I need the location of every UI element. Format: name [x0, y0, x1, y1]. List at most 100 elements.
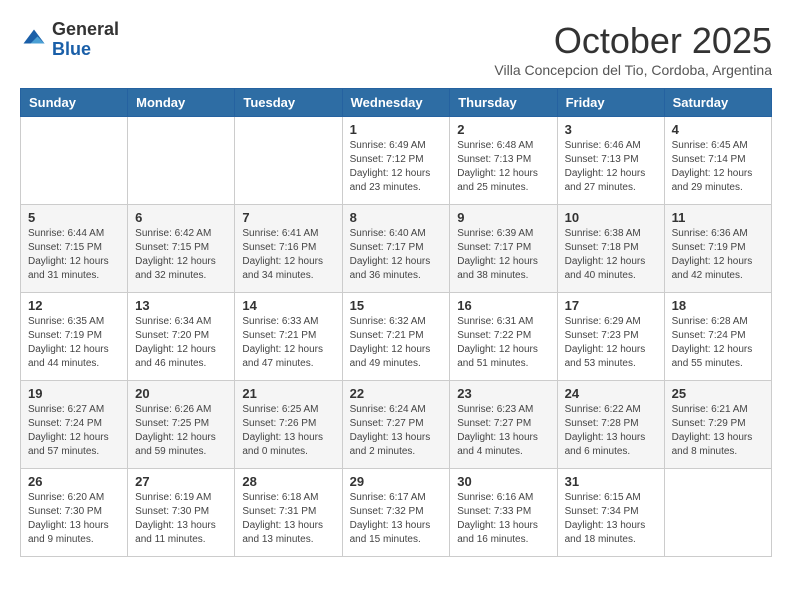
day-number: 24 [565, 386, 657, 401]
calendar-cell: 29 Sunrise: 6:17 AMSunset: 7:32 PMDayligh… [342, 469, 450, 557]
day-info: Sunrise: 6:21 AMSunset: 7:29 PMDaylight:… [672, 403, 764, 459]
calendar-cell: 15 Sunrise: 6:32 AMSunset: 7:21 PMDayligh… [342, 293, 450, 381]
calendar-cell: 2Sunrise: 6:48 AMSunset: 7:13 PMDaylight… [450, 117, 557, 205]
day-info: Sunrise: 6:15 AMSunset: 7:34 PMDaylight:… [565, 491, 657, 547]
day-number: 31 [565, 474, 657, 489]
calendar-body: 1Sunrise: 6:49 AMSunset: 7:12 PMDaylight… [21, 117, 772, 557]
week-row: 5 Sunrise: 6:44 AMSunset: 7:15 PMDaylight… [21, 205, 772, 293]
day-info: Sunrise: 6:41 AMSunset: 7:16 PMDaylight:… [242, 227, 334, 283]
day-number: 30 [457, 474, 549, 489]
calendar-cell: 10Sunrise: 6:38 AMSunset: 7:18 PMDayligh… [557, 205, 664, 293]
day-number: 10 [565, 210, 657, 225]
day-info: Sunrise: 6:22 AMSunset: 7:28 PMDaylight:… [565, 403, 657, 459]
day-number: 23 [457, 386, 549, 401]
day-info: Sunrise: 6:44 AMSunset: 7:15 PMDaylight:… [28, 227, 120, 283]
location-subtitle: Villa Concepcion del Tio, Cordoba, Argen… [494, 62, 772, 78]
col-sunday: Sunday [21, 89, 128, 117]
day-info: Sunrise: 6:23 AMSunset: 7:27 PMDaylight:… [457, 403, 549, 459]
day-number: 26 [28, 474, 120, 489]
day-info: Sunrise: 6:34 AMSunset: 7:20 PMDaylight:… [135, 315, 227, 371]
day-info: Sunrise: 6:27 AMSunset: 7:24 PMDaylight:… [28, 403, 120, 459]
calendar-cell: 25 Sunrise: 6:21 AMSunset: 7:29 PMDayligh… [664, 381, 771, 469]
day-number: 27 [135, 474, 227, 489]
day-info: Sunrise: 6:36 AMSunset: 7:19 PMDaylight:… [672, 227, 764, 283]
logo-icon [20, 26, 48, 54]
calendar-cell: 17 Sunrise: 6:29 AMSunset: 7:23 PMDayligh… [557, 293, 664, 381]
title-section: October 2025 Villa Concepcion del Tio, C… [494, 20, 772, 78]
calendar-cell [235, 117, 342, 205]
calendar-cell: 16 Sunrise: 6:31 AMSunset: 7:22 PMDayligh… [450, 293, 557, 381]
day-number: 20 [135, 386, 227, 401]
day-number: 8 [350, 210, 443, 225]
day-info: Sunrise: 6:35 AMSunset: 7:19 PMDaylight:… [28, 315, 120, 371]
day-number: 29 [350, 474, 443, 489]
day-number: 15 [350, 298, 443, 313]
calendar-cell [664, 469, 771, 557]
day-info: Sunrise: 6:26 AMSunset: 7:25 PMDaylight:… [135, 403, 227, 459]
day-number: 4 [672, 122, 764, 137]
calendar-cell: 1Sunrise: 6:49 AMSunset: 7:12 PMDaylight… [342, 117, 450, 205]
day-number: 18 [672, 298, 764, 313]
calendar-cell [128, 117, 235, 205]
day-info: Sunrise: 6:33 AMSunset: 7:21 PMDaylight:… [242, 315, 334, 371]
calendar-cell: 6 Sunrise: 6:42 AMSunset: 7:15 PMDaylight… [128, 205, 235, 293]
day-number: 16 [457, 298, 549, 313]
calendar-cell: 19 Sunrise: 6:27 AMSunset: 7:24 PMDayligh… [21, 381, 128, 469]
calendar-cell: 14Sunrise: 6:33 AMSunset: 7:21 PMDayligh… [235, 293, 342, 381]
day-number: 17 [565, 298, 657, 313]
header-row: Sunday Monday Tuesday Wednesday Thursday… [21, 89, 772, 117]
day-info: Sunrise: 6:17 AMSunset: 7:32 PMDaylight:… [350, 491, 443, 547]
week-row: 1Sunrise: 6:49 AMSunset: 7:12 PMDaylight… [21, 117, 772, 205]
day-number: 2 [457, 122, 549, 137]
day-number: 19 [28, 386, 120, 401]
calendar-cell: 12Sunrise: 6:35 AMSunset: 7:19 PMDayligh… [21, 293, 128, 381]
day-number: 13 [135, 298, 227, 313]
day-info: Sunrise: 6:49 AMSunset: 7:12 PMDaylight:… [350, 139, 443, 195]
day-info: Sunrise: 6:16 AMSunset: 7:33 PMDaylight:… [457, 491, 549, 547]
day-info: Sunrise: 6:20 AMSunset: 7:30 PMDaylight:… [28, 491, 120, 547]
calendar-cell: 26 Sunrise: 6:20 AMSunset: 7:30 PMDayligh… [21, 469, 128, 557]
calendar-cell: 18 Sunrise: 6:28 AMSunset: 7:24 PMDayligh… [664, 293, 771, 381]
day-info: Sunrise: 6:45 AMSunset: 7:14 PMDaylight:… [672, 139, 764, 195]
day-number: 3 [565, 122, 657, 137]
logo-general: General [52, 20, 119, 40]
col-wednesday: Wednesday [342, 89, 450, 117]
day-number: 21 [242, 386, 334, 401]
month-title: October 2025 [494, 20, 772, 62]
day-info: Sunrise: 6:18 AMSunset: 7:31 PMDaylight:… [242, 491, 334, 547]
calendar-cell: 22Sunrise: 6:24 AMSunset: 7:27 PMDayligh… [342, 381, 450, 469]
week-row: 26 Sunrise: 6:20 AMSunset: 7:30 PMDayligh… [21, 469, 772, 557]
day-info: Sunrise: 6:25 AMSunset: 7:26 PMDaylight:… [242, 403, 334, 459]
day-info: Sunrise: 6:29 AMSunset: 7:23 PMDaylight:… [565, 315, 657, 371]
day-info: Sunrise: 6:19 AMSunset: 7:30 PMDaylight:… [135, 491, 227, 547]
calendar-cell: 23 Sunrise: 6:23 AMSunset: 7:27 PMDayligh… [450, 381, 557, 469]
col-saturday: Saturday [664, 89, 771, 117]
day-info: Sunrise: 6:46 AMSunset: 7:13 PMDaylight:… [565, 139, 657, 195]
day-number: 11 [672, 210, 764, 225]
col-thursday: Thursday [450, 89, 557, 117]
week-row: 12Sunrise: 6:35 AMSunset: 7:19 PMDayligh… [21, 293, 772, 381]
calendar-cell: 8Sunrise: 6:40 AMSunset: 7:17 PMDaylight… [342, 205, 450, 293]
day-info: Sunrise: 6:32 AMSunset: 7:21 PMDaylight:… [350, 315, 443, 371]
logo: General Blue [20, 20, 119, 60]
col-friday: Friday [557, 89, 664, 117]
week-row: 19 Sunrise: 6:27 AMSunset: 7:24 PMDayligh… [21, 381, 772, 469]
day-number: 5 [28, 210, 120, 225]
day-info: Sunrise: 6:31 AMSunset: 7:22 PMDaylight:… [457, 315, 549, 371]
calendar-cell: 28Sunrise: 6:18 AMSunset: 7:31 PMDayligh… [235, 469, 342, 557]
calendar-cell: 30 Sunrise: 6:16 AMSunset: 7:33 PMDayligh… [450, 469, 557, 557]
logo-text: General Blue [52, 20, 119, 60]
calendar-cell: 21 Sunrise: 6:25 AMSunset: 7:26 PMDayligh… [235, 381, 342, 469]
calendar-cell: 9Sunrise: 6:39 AMSunset: 7:17 PMDaylight… [450, 205, 557, 293]
day-number: 6 [135, 210, 227, 225]
logo-blue: Blue [52, 40, 119, 60]
calendar-cell: 5 Sunrise: 6:44 AMSunset: 7:15 PMDaylight… [21, 205, 128, 293]
calendar-cell: 4 Sunrise: 6:45 AMSunset: 7:14 PMDaylight… [664, 117, 771, 205]
day-number: 25 [672, 386, 764, 401]
day-info: Sunrise: 6:42 AMSunset: 7:15 PMDaylight:… [135, 227, 227, 283]
day-info: Sunrise: 6:28 AMSunset: 7:24 PMDaylight:… [672, 315, 764, 371]
calendar-header: Sunday Monday Tuesday Wednesday Thursday… [21, 89, 772, 117]
calendar-cell: 20 Sunrise: 6:26 AMSunset: 7:25 PMDayligh… [128, 381, 235, 469]
calendar-cell: 31 Sunrise: 6:15 AMSunset: 7:34 PMDayligh… [557, 469, 664, 557]
page-header: General Blue October 2025 Villa Concepci… [20, 20, 772, 78]
